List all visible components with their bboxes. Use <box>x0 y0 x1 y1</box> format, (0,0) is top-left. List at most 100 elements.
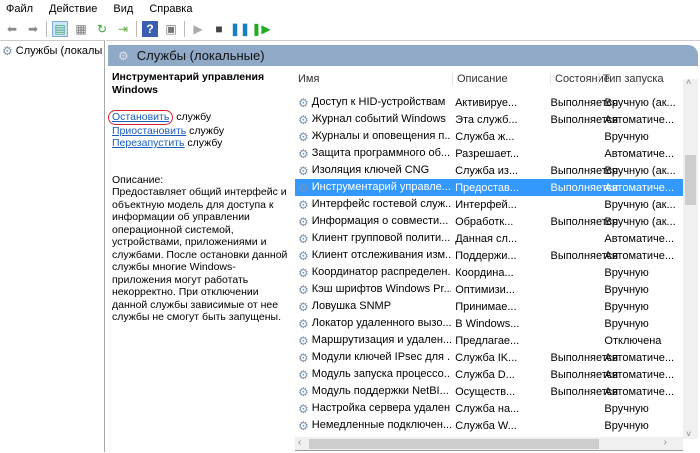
service-name: ⚙ Изоляция ключей CNG <box>298 163 430 178</box>
details-panel: Инструментарий управления Windows Остано… <box>108 71 292 324</box>
service-row[interactable]: ⚙ Информация о совмести... Обработк... Выпо… <box>295 213 683 230</box>
service-name: ⚙ Настройка сервера удален... <box>298 401 452 416</box>
service-row[interactable]: ⚙ Немедленные подключен... Служба W... Вруч… <box>295 417 683 434</box>
service-state: Выполняется <box>550 249 619 262</box>
pane-title: Службы (локальные) <box>136 48 265 63</box>
service-name: ⚙ Журнал событий Windows <box>298 112 446 127</box>
refresh-icon[interactable]: ↻ <box>94 21 110 37</box>
service-state: Выполняется <box>550 181 619 194</box>
service-row[interactable]: ⚙ Локатор удаленного вызо... B Windows... В… <box>295 315 683 332</box>
service-name: ⚙ Кэш шрифтов Windows Pr... <box>298 282 452 297</box>
service-row[interactable]: ⚙ Координатор распределен... Координа... Вр… <box>295 264 683 281</box>
service-gear-icon: ⚙ <box>298 248 309 263</box>
service-description: Данная сл... <box>455 232 518 245</box>
service-description: Интерфей... <box>455 198 517 211</box>
services-pane: ⚙ Службы (локальные) Инструментарий упра… <box>106 40 700 452</box>
service-row[interactable]: ⚙ Изоляция ключей CNG Служба из... Выполняе… <box>295 162 683 179</box>
menu-view[interactable]: Вид <box>113 3 133 15</box>
service-startup-type: Автоматиче... <box>604 147 675 160</box>
service-row[interactable]: ⚙ Модуль поддержки NetBI... Осуществ... Вып… <box>295 383 683 400</box>
service-startup-type: Автоматиче... <box>604 385 675 398</box>
service-startup-type: Автоматиче... <box>604 232 675 245</box>
restart-service-link[interactable]: Перезапустить <box>112 137 185 149</box>
service-gear-icon: ⚙ <box>298 265 309 280</box>
service-name: ⚙ Немедленные подключен... <box>298 418 452 433</box>
show-tree-icon[interactable]: ▤ <box>52 21 68 37</box>
column-name[interactable]: Имя▲ <box>295 73 452 85</box>
console-icon[interactable]: ▣ <box>163 21 179 37</box>
service-name: ⚙ Модуль запуска процессо... <box>298 367 452 382</box>
scroll-left-icon[interactable]: ‹ <box>298 437 301 448</box>
service-description: Предлагае... <box>455 334 520 347</box>
vertical-scrollbar[interactable]: ˄ ˅ <box>683 77 698 439</box>
service-gear-icon: ⚙ <box>298 418 309 433</box>
pause-service-link[interactable]: Приостановить <box>112 125 186 137</box>
scroll-down-icon[interactable]: ˅ <box>686 429 691 439</box>
column-state[interactable]: Состояние <box>550 73 610 85</box>
stop-service-link[interactable]: Остановить <box>112 111 169 123</box>
service-name: ⚙ Доступ к HID-устройствам <box>298 95 446 110</box>
service-state: Выполняется <box>550 368 619 381</box>
tree-item-services[interactable]: ⚙ Службы (локалы <box>0 41 104 61</box>
service-title: Инструментарий управления Windows <box>112 71 265 96</box>
service-row[interactable]: ⚙ Инструментарий управле... Предостав... Вы… <box>295 179 683 196</box>
stop-icon[interactable]: ■ <box>211 21 227 37</box>
service-row[interactable]: ⚙ Клиент групповой полити... Данная сл... А… <box>295 230 683 247</box>
menu-file[interactable]: Файл <box>6 3 33 15</box>
column-headers: Имя▲ Описание Состояние Тип запуска <box>295 65 683 89</box>
service-name: ⚙ Маршрутизация и удален... <box>298 333 452 348</box>
export-icon[interactable]: ⇥ <box>115 21 131 37</box>
service-row[interactable]: ⚙ Модуль запуска процессо... Служба D... Вы… <box>295 366 683 383</box>
properties-icon[interactable]: ▦ <box>73 21 89 37</box>
help-icon[interactable]: ? <box>142 21 158 37</box>
horizontal-scrollbar[interactable]: ‹ › <box>295 437 683 451</box>
service-state: Выполняется <box>550 215 619 228</box>
service-startup-type: Автоматиче... <box>604 113 675 126</box>
column-startup-type[interactable]: Тип запуска <box>598 73 681 85</box>
service-row[interactable]: ⚙ Журналы и оповещения п... Служба ж... Вру… <box>295 128 683 145</box>
horizontal-scroll-thumb[interactable] <box>309 439 599 449</box>
service-row[interactable]: ⚙ Интерфейс гостевой служ... Интерфей... Вр… <box>295 196 683 213</box>
description-text: Предоставляет общий интерфейс и объектну… <box>112 186 288 323</box>
separator <box>46 21 47 37</box>
service-state: Выполняется <box>550 351 619 364</box>
service-row[interactable]: ⚙ Защита программного об... Разрешает... Ав… <box>295 145 683 162</box>
pause-icon[interactable]: ❚❚ <box>230 21 250 37</box>
service-startup-type: Вручную (ак... <box>604 96 676 109</box>
service-row[interactable]: ⚙ Модули ключей IPsec для ... Служба IK...… <box>295 349 683 366</box>
gear-icon: ⚙ <box>2 44 13 58</box>
back-icon[interactable]: ⬅ <box>4 21 20 37</box>
service-gear-icon: ⚙ <box>298 367 309 382</box>
service-row[interactable]: ⚙ Настройка сервера удален... Служба на...… <box>295 400 683 417</box>
service-row[interactable]: ⚙ Ловушка SNMP Принимае... Вручную <box>295 298 683 315</box>
service-description: B Windows... <box>455 317 520 330</box>
service-description: Служба на... <box>455 402 520 415</box>
menu-help[interactable]: Справка <box>149 3 192 15</box>
service-startup-type: Вручную <box>604 130 649 143</box>
service-row[interactable]: ⚙ Журнал событий Windows Эта служб... Выпол… <box>295 111 683 128</box>
toolbar: ⬅ ➡ ▤ ▦ ↻ ⇥ ? ▣ ▶ ■ ❚❚ ❚▶ <box>0 18 700 40</box>
column-description[interactable]: Описание <box>452 73 550 85</box>
vertical-scroll-thumb[interactable] <box>685 155 696 205</box>
service-row[interactable]: ⚙ Кэш шрифтов Windows Pr... Оптимизи... Вру… <box>295 281 683 298</box>
service-gear-icon: ⚙ <box>298 333 309 348</box>
scroll-up-icon[interactable]: ˄ <box>686 77 691 87</box>
service-gear-icon: ⚙ <box>298 316 309 331</box>
service-startup-type: Вручную (ак... <box>604 215 676 228</box>
menu-action[interactable]: Действие <box>49 3 97 15</box>
forward-icon[interactable]: ➡ <box>25 21 41 37</box>
service-row[interactable]: ⚙ Доступ к HID-устройствам Активируе... Вып… <box>295 94 683 111</box>
service-row[interactable]: ⚙ Маршрутизация и удален... Предлагае... От… <box>295 332 683 349</box>
service-startup-type: Отключена <box>604 334 662 347</box>
service-row[interactable]: ⚙ Клиент отслеживания изм... Поддержи... Вы… <box>295 247 683 264</box>
service-gear-icon: ⚙ <box>298 129 309 144</box>
services-list: Имя▲ Описание Состояние Тип запуска ⚙Дос… <box>295 65 700 453</box>
play-icon[interactable]: ▶ <box>190 21 206 37</box>
scroll-right-icon[interactable]: › <box>664 437 667 448</box>
service-description: Обработк... <box>455 215 514 228</box>
service-description: Служба D... <box>455 368 515 381</box>
service-description: Служба ж... <box>455 130 515 143</box>
restart-icon[interactable]: ❚▶ <box>251 21 270 37</box>
service-description: Активируе... <box>455 96 518 109</box>
pane-header: ⚙ Службы (локальные) <box>108 45 698 66</box>
